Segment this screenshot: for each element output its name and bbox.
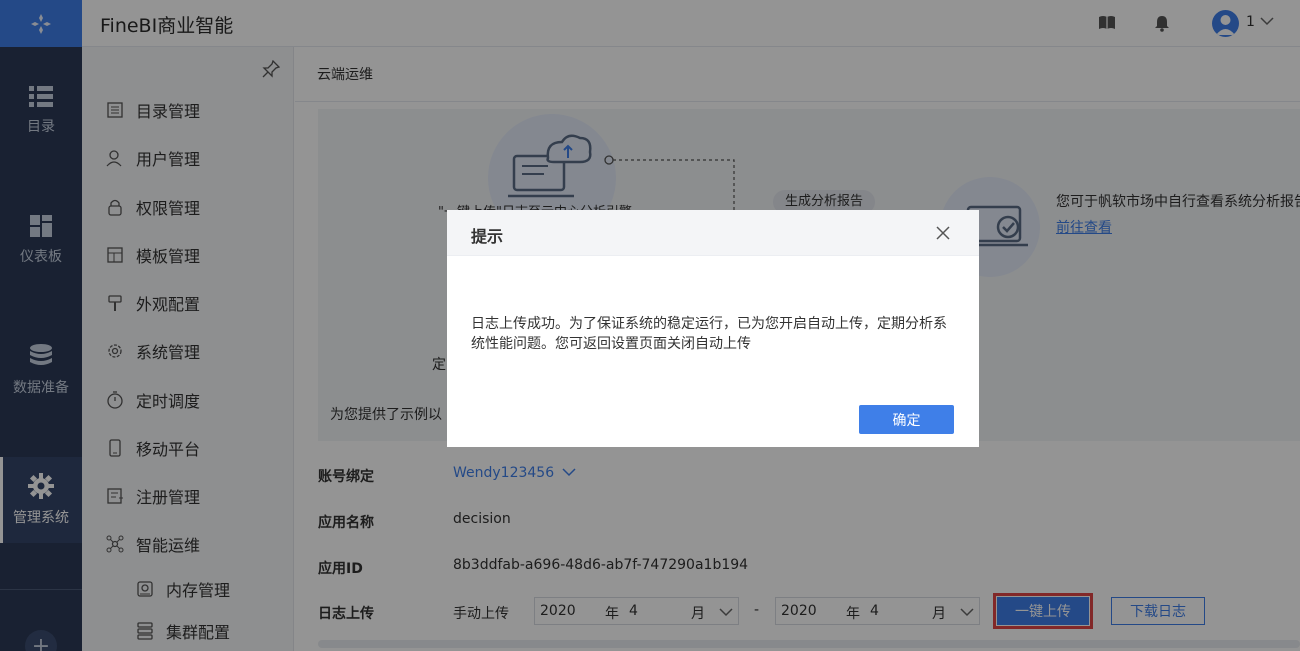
dialog-message: 日志上传成功。为了保证系统的稳定运行，已为您开启自动上传，定期分析系统性能问题。… [471,316,947,352]
close-icon[interactable] [935,225,951,241]
dialog-title: 提示 [471,227,504,246]
confirm-button[interactable]: 确定 [859,405,954,434]
notice-dialog: 提示 日志上传成功。为了保证系统的稳定运行，已为您开启自动上传，定期分析系统性能… [447,210,979,447]
dialog-header: 提示 [447,210,979,256]
app-root: 目录 仪表板 数据准备 管理系统 + FineBI商业智能 1 目录管理 用户管… [0,0,1300,651]
